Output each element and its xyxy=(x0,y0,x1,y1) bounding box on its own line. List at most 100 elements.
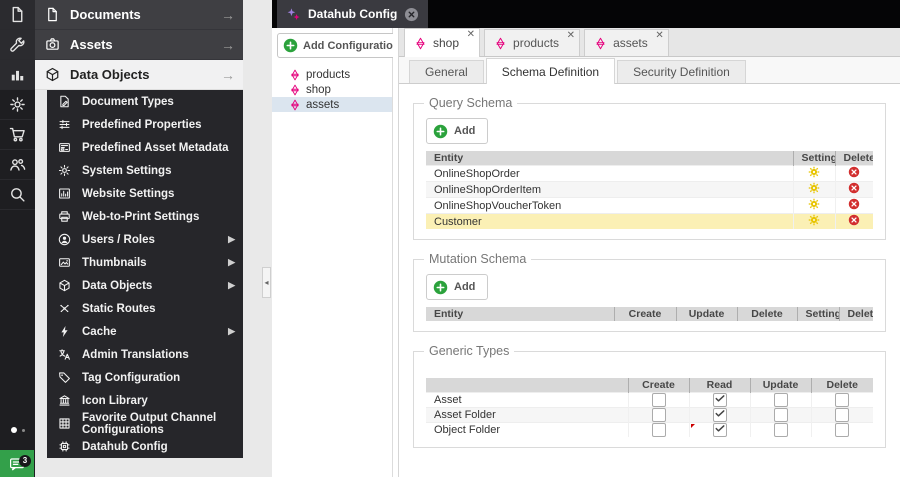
checkbox-delete[interactable] xyxy=(835,393,850,407)
submenu-item-cache[interactable]: Cache ▶ xyxy=(47,320,243,343)
checkbox-update[interactable] xyxy=(773,408,788,422)
tab-security-definition[interactable]: Security Definition xyxy=(617,60,746,83)
column-header-label[interactable] xyxy=(426,378,628,393)
mutation-schema-add-button[interactable]: Add xyxy=(426,274,489,300)
table-header-row: EntityCreateUpdateDeleteSettingsDelete xyxy=(426,307,873,321)
submenu-item-data-objects[interactable]: Data Objects ▶ xyxy=(47,274,243,297)
window-tabbar: Datahub Config xyxy=(272,0,900,28)
tree-item-products[interactable]: products xyxy=(272,67,392,82)
submenu-item-web-to-print-settings[interactable]: Web-to-Print Settings xyxy=(47,205,243,228)
website-chart-icon xyxy=(58,187,71,200)
submenu-item-favorite-output-channel-configurations[interactable]: Favorite Output Channel Configurations xyxy=(47,412,243,436)
checkbox-read[interactable] xyxy=(712,408,727,422)
submenu-item-system-settings[interactable]: System Settings xyxy=(47,159,243,182)
close-icon[interactable]: ✕ xyxy=(655,31,663,41)
column-header-entity[interactable]: Entity xyxy=(426,151,793,166)
cart-nav-button[interactable] xyxy=(0,120,35,150)
menu-item-documents[interactable]: Documents → xyxy=(35,0,243,30)
column-header-create[interactable]: Create xyxy=(613,307,676,321)
entity-cell: Customer xyxy=(426,213,793,229)
settings-gear-icon[interactable] xyxy=(808,166,820,179)
query-schema-add-button[interactable]: Add xyxy=(426,118,489,144)
tab-general[interactable]: General xyxy=(409,60,484,83)
tab-products[interactable]: products ✕ xyxy=(484,29,581,56)
submenu-item-users-roles[interactable]: Users / Roles ▶ xyxy=(47,228,243,251)
settings-gear-icon[interactable] xyxy=(808,198,820,211)
arrow-right-icon: → xyxy=(221,36,235,53)
close-icon[interactable]: ✕ xyxy=(467,30,475,40)
table-row[interactable]: Customer xyxy=(426,213,873,229)
delete-icon[interactable] xyxy=(848,166,860,179)
table-row[interactable]: Asset xyxy=(426,392,873,408)
users-nav-button[interactable] xyxy=(0,150,35,180)
caret-right-icon: ▶ xyxy=(228,280,235,290)
table-header-row: Create Read Update Delete xyxy=(426,378,873,393)
submenu-item-website-settings[interactable]: Website Settings xyxy=(47,182,243,205)
panel-collapse-handle[interactable]: ◂ xyxy=(262,267,271,298)
table-row[interactable]: OnlineShopOrderItem xyxy=(426,181,873,198)
close-icon[interactable] xyxy=(404,7,419,22)
checkbox-create[interactable] xyxy=(651,393,666,407)
close-icon[interactable]: ✕ xyxy=(567,31,575,41)
chat-button[interactable]: 3 xyxy=(0,450,34,477)
menu-item-assets[interactable]: Assets → xyxy=(35,30,243,60)
submenu-item-label: Admin Translations xyxy=(82,348,189,361)
tree-item-shop[interactable]: shop xyxy=(272,82,392,97)
tab-label: Security Definition xyxy=(633,65,730,79)
column-header-settings[interactable]: Settings xyxy=(792,151,835,166)
column-header-create[interactable]: Create xyxy=(627,378,689,393)
submenu-item-datahub-config[interactable]: Datahub Config xyxy=(47,435,243,458)
submenu-item-document-types[interactable]: Document Types xyxy=(47,90,243,113)
tab-assets[interactable]: assets ✕ xyxy=(584,29,669,56)
tab-datahub-config[interactable]: Datahub Config xyxy=(277,0,429,28)
submenu-item-predefined-asset-metadata[interactable]: Predefined Asset Metadata xyxy=(47,136,243,159)
submenu-item-predefined-properties[interactable]: Predefined Properties xyxy=(47,113,243,136)
tree-item-assets[interactable]: assets xyxy=(272,97,392,112)
column-header-entity[interactable]: Entity xyxy=(426,307,614,321)
checkbox-create[interactable] xyxy=(651,408,666,422)
table-row[interactable]: Asset Folder xyxy=(426,407,873,423)
submenu-item-thumbnails[interactable]: Thumbnails ▶ xyxy=(47,251,243,274)
tab-schema-definition[interactable]: Schema Definition xyxy=(485,58,616,84)
submenu-item-label: Data Objects xyxy=(82,279,153,292)
checkbox-delete[interactable] xyxy=(835,408,850,422)
settings-gear-icon[interactable] xyxy=(808,214,820,226)
checkbox-read[interactable] xyxy=(712,393,727,407)
column-header-settings[interactable]: Settings xyxy=(796,307,839,321)
checkbox-read[interactable] xyxy=(712,423,727,437)
checkbox-delete[interactable] xyxy=(835,423,850,437)
delete-icon[interactable] xyxy=(848,214,860,226)
checkbox-update[interactable] xyxy=(773,393,788,407)
search-nav-button[interactable] xyxy=(0,180,35,210)
delete-icon[interactable] xyxy=(848,182,860,195)
settings-gear-icon[interactable] xyxy=(808,182,820,195)
column-header-delete[interactable]: Delete xyxy=(834,151,873,166)
checkbox-create[interactable] xyxy=(651,423,666,437)
column-header-read[interactable]: Read xyxy=(688,378,750,393)
gear-icon xyxy=(9,96,26,113)
submenu-item-admin-translations[interactable]: Admin Translations xyxy=(47,343,243,366)
submenu-item-static-routes[interactable]: Static Routes xyxy=(47,297,243,320)
table-row[interactable]: Object Folder xyxy=(426,422,873,437)
column-header-delete[interactable]: Delete xyxy=(736,307,797,321)
wrench-nav-button[interactable] xyxy=(0,30,35,60)
tab-shop[interactable]: shop ✕ xyxy=(404,28,481,57)
icon-sidebar-items xyxy=(0,0,35,210)
column-header-delete[interactable]: Delete xyxy=(838,307,873,321)
menu-item-data-objects[interactable]: Data Objects → xyxy=(35,60,243,90)
column-header-update[interactable]: Update xyxy=(675,307,737,321)
submenu-item-tag-configuration[interactable]: Tag Configuration xyxy=(47,366,243,389)
table-row[interactable]: OnlineShopOrder xyxy=(426,165,873,182)
table-row[interactable]: OnlineShopVoucherToken xyxy=(426,197,873,214)
document-nav-button[interactable] xyxy=(0,0,35,30)
column-header-delete[interactable]: Delete xyxy=(810,378,873,393)
submenu-item-label: Datahub Config xyxy=(82,440,168,453)
column-header-update[interactable]: Update xyxy=(749,378,811,393)
settings-menu: Documents → Assets → Data Objects → Document … xyxy=(35,0,243,458)
submenu-item-icon-library[interactable]: Icon Library xyxy=(47,389,243,412)
delete-icon[interactable] xyxy=(848,198,860,211)
submenu-item-label: Website Settings xyxy=(82,187,175,200)
bar-chart-nav-button[interactable] xyxy=(0,60,35,90)
gear-nav-button[interactable] xyxy=(0,90,35,120)
checkbox-update[interactable] xyxy=(773,423,788,437)
